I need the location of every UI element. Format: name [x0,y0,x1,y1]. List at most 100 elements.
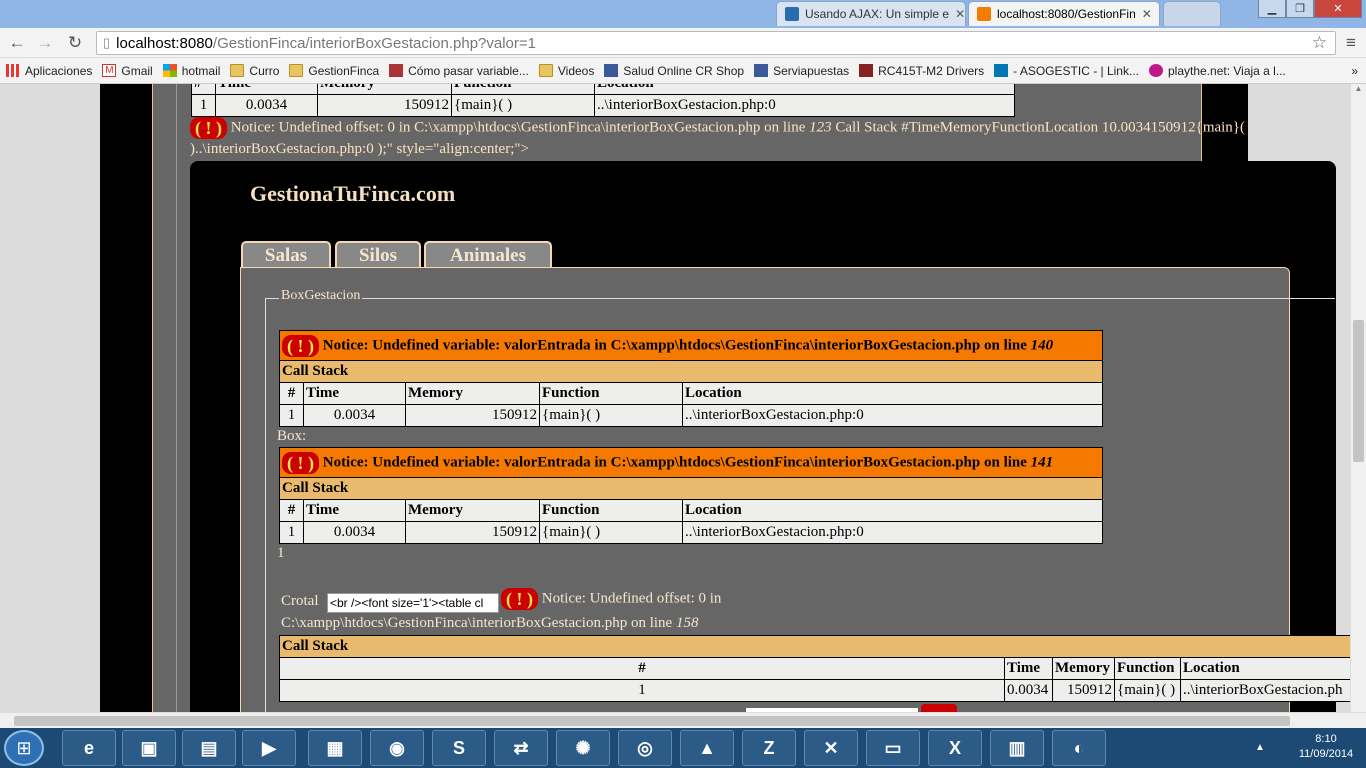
browser-titlebar: Usando AJAX: Un simple e ✕ localhost:808… [0,0,1366,28]
windows-icon [162,64,177,77]
installer-icon[interactable]: ▣ [122,730,176,766]
firefox-icon[interactable]: ◉ [370,730,424,766]
scroll-up-icon[interactable]: ▲ [1351,84,1366,93]
error-header: ( ! ) Notice: Undefined variable: valorE… [279,447,1103,478]
error-icon: ( ! ) [282,451,319,474]
site-title: GestionaTuFinca.com [250,181,456,206]
paint-icon[interactable]: ▥ [990,730,1044,766]
page-icon: ▯ [103,35,111,50]
tab-favicon-icon [785,7,799,21]
error-icon: ( ! ) [501,588,538,610]
teamviewer-icon[interactable]: ⇄ [494,730,548,766]
error-table-1: ( ! ) Notice: Undefined variable: valorE… [279,330,1103,427]
horizontal-scrollbar[interactable] [0,712,1366,728]
site-panel: GestionaTuFinca.com Salas Silos Animales… [190,161,1350,712]
notepad-icon[interactable]: ▦ [308,730,362,766]
vlc-icon[interactable]: ▲ [680,730,734,766]
url-path: /GestionFinca/interiorBoxGestacion.php?v… [212,34,536,52]
network-icon[interactable]: ✺ [556,730,610,766]
maximize-icon[interactable]: ❐ [1286,0,1314,18]
top-notice-text: ( ! ) Notice: Undefined offset: 0 in C:\… [190,117,1246,157]
bookmark-curro[interactable]: Curro [230,64,279,78]
clock[interactable]: 8:10 11/09/2014 [1286,728,1366,768]
chrome-icon[interactable]: ◎ [618,730,672,766]
callstack-header: Call Stack [279,477,1103,500]
table-header-row: # Time Memory Function Location [279,499,1103,522]
facebook-icon [754,64,769,77]
tray-arrow-icon[interactable]: ▲ [1255,742,1265,753]
bookmark-playthe[interactable]: playthe.net: Viaja a l... [1148,64,1286,78]
crotal-callstack-table: Call Stack # Time Memory Function Locati… [279,635,1350,702]
facebook-icon [604,64,619,77]
bookmark-videos[interactable]: Videos [538,64,594,78]
address-bar[interactable]: ▯ localhost:8080/GestionFinca/interiorBo… [96,31,1336,55]
apps-grid-icon [6,64,20,77]
more-bookmarks-button[interactable]: » [1351,64,1358,78]
browser-tab-inactive[interactable]: Usando AJAX: Un simple e ✕ [776,1,966,26]
filezilla-icon[interactable]: Z [742,730,796,766]
bookmark-como-pasar[interactable]: Cómo pasar variable... [389,64,529,78]
table-row: 1 0.0034 150912 {main}( ) ..\interiorBox… [279,404,1103,427]
bookmarks-bar: Aplicaciones M Gmail hotmail Curro Gestio… [0,58,1366,84]
callstack-header: Call Stack [279,360,1103,383]
top-callstack-table: # Time Memory Function Location 1 0.0034… [191,84,1015,117]
forward-icon[interactable]: → [34,32,56,54]
bookmark-rc415t[interactable]: RC415T-M2 Drivers [859,64,984,78]
tab-silos[interactable]: Silos [335,241,421,268]
playthe-icon [1148,64,1163,77]
vertical-scrollbar[interactable]: ▲ [1350,84,1366,712]
horizontal-scroll-thumb[interactable] [14,716,1290,726]
start-button[interactable]: ⊞ [4,730,44,766]
browser-tab-active[interactable]: localhost:8080/GestionFin ✕ [968,1,1160,26]
xampp-icon[interactable]: ✕ [804,730,858,766]
bookmark-serviapuestas[interactable]: Serviapuestas [754,64,849,78]
menu-icon[interactable]: ≡ [1340,32,1362,54]
minimize-icon[interactable]: ▁ [1258,0,1286,18]
back-icon[interactable]: ← [6,32,28,54]
new-tab-button[interactable] [1163,1,1221,26]
callstack-header: Call Stack [279,635,1350,658]
close-tab-icon[interactable]: ✕ [955,7,965,21]
tab-salas[interactable]: Salas [241,241,331,268]
bookmark-asogestic[interactable]: - ASOGESTIC - | Link... [994,64,1139,78]
internet-explorer-icon[interactable]: e [62,730,116,766]
tab-animales[interactable]: Animales [424,241,552,268]
fieldset-border [265,298,266,712]
terminal-icon[interactable]: ▭ [866,730,920,766]
error-icon [921,704,957,712]
bookmark-hotmail[interactable]: hotmail [162,64,220,78]
bookmark-gmail[interactable]: M Gmail [102,64,153,78]
browser-toolbar: ← → ↻ ▯ localhost:8080/GestionFinca/inte… [0,28,1366,58]
bookmark-aplicaciones[interactable]: Aplicaciones [6,64,92,78]
media-player-icon[interactable]: ▶ [242,730,296,766]
folder-icon [538,64,553,77]
bookmark-gestionfinca[interactable]: GestionFinca [289,64,379,78]
tab-title: Usando AJAX: Un simple e [805,7,950,21]
php-icon[interactable]: S [432,730,486,766]
vertical-scroll-thumb[interactable] [1353,320,1364,462]
table-row: 1 0.0034 150912 {main}( ) ..\interiorBox… [279,521,1103,544]
box-label: Box: [277,428,307,444]
excel-icon[interactable]: X [928,730,982,766]
folder-icon [289,64,304,77]
crotal-label: Crotal [281,593,319,609]
error-table-2: ( ! ) Notice: Undefined variable: valorE… [279,447,1103,544]
crotal-notice: ( ! ) Notice: Undefined offset: 0 in [501,588,721,610]
fieldset-legend: BoxGestacion [279,288,363,304]
close-tab-icon[interactable]: ✕ [1142,7,1152,21]
url-host: localhost:8080 [116,34,213,52]
folder-icon [230,64,245,77]
file-explorer-icon[interactable]: ▤ [182,730,236,766]
crotal-path: C:\xampp\htdocs\GestionFinca\interiorBox… [281,615,699,631]
reload-icon[interactable]: ↻ [64,32,86,54]
crotal-input[interactable]: <br /><font size='1'><table cl [327,593,499,613]
close-window-icon[interactable]: ✕ [1314,0,1362,18]
star-icon[interactable]: ☆ [1312,33,1327,53]
bookmark-icon [389,64,404,77]
tab-favicon-icon [977,7,991,21]
bookmark-salud-online[interactable]: Salud Online CR Shop [604,64,744,78]
frame-line [176,84,177,712]
tab-content: BoxGestacion ( ! ) Notice: Undefined var… [240,267,1350,712]
bookmark-icon [859,64,874,77]
palette-icon[interactable]: ◐ [1052,730,1106,766]
